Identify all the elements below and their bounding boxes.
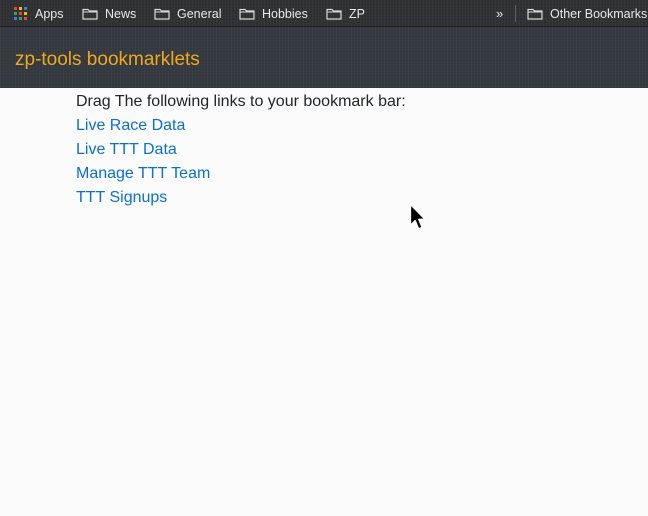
bookmarks-bar: Apps News General Hobbies ZP » Other Boo… xyxy=(0,0,648,27)
bookmark-label: Hobbies xyxy=(262,6,308,21)
bookmarks-divider xyxy=(515,5,516,22)
bookmark-folder-hobbies[interactable]: Hobbies xyxy=(239,0,308,27)
bookmarklet-link-live-race-data[interactable]: Live Race Data xyxy=(76,114,616,138)
bookmarklet-link-ttt-signups[interactable]: TTT Signups xyxy=(76,186,616,210)
bookmarklet-link-live-ttt-data[interactable]: Live TTT Data xyxy=(76,138,616,162)
folder-icon xyxy=(154,8,170,20)
intro-text: Drag The following links to your bookmar… xyxy=(76,93,406,110)
bookmark-folder-zp[interactable]: ZP xyxy=(326,0,365,27)
folder-icon xyxy=(326,8,342,20)
folder-icon xyxy=(527,8,543,20)
chevron-double-right-icon: » xyxy=(496,6,503,21)
folder-icon xyxy=(239,8,255,20)
bookmark-label: General xyxy=(177,6,222,21)
mouse-cursor-icon xyxy=(409,203,426,230)
bookmark-label: News xyxy=(105,6,137,21)
apps-grid-icon xyxy=(14,6,28,21)
bookmark-apps[interactable]: Apps xyxy=(14,0,64,27)
bookmark-folder-other[interactable]: Other Bookmarks xyxy=(527,0,647,27)
site-navbar: zp-tools bookmarklets xyxy=(0,27,648,88)
bookmark-label: ZP xyxy=(349,6,365,21)
bookmark-label: Other Bookmarks xyxy=(550,6,648,21)
main-content: Drag The following links to your bookmar… xyxy=(76,90,616,210)
bookmark-folder-general[interactable]: General xyxy=(154,0,221,27)
navbar-brand[interactable]: zp-tools bookmarklets xyxy=(15,48,200,72)
bookmarks-overflow-button[interactable]: » xyxy=(496,0,503,27)
bookmark-label: Apps xyxy=(35,6,64,21)
bookmarklet-link-manage-ttt-team[interactable]: Manage TTT Team xyxy=(76,162,616,186)
bookmark-folder-news[interactable]: News xyxy=(82,0,136,27)
folder-icon xyxy=(82,8,98,20)
